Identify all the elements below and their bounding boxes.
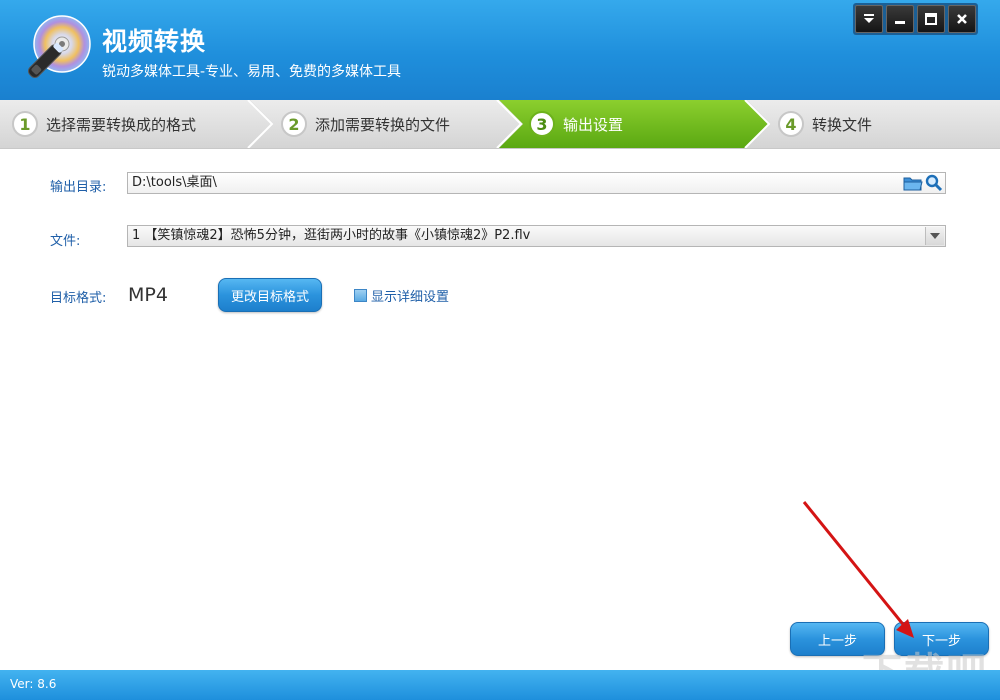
app-header: 视频转换 锐动多媒体工具-专业、易用、免费的多媒体工具	[0, 0, 1000, 100]
folder-open-icon[interactable]	[903, 174, 923, 192]
chevron-down-icon[interactable]	[925, 227, 944, 245]
file-select[interactable]: 1 【笑镇惊魂2】恐怖5分钟，逛街两小时的故事《小镇惊魂2》P2.flv	[127, 225, 946, 247]
step-label: 转换文件	[812, 115, 873, 134]
dropdown-menu-icon[interactable]	[855, 5, 883, 33]
app-subtitle: 锐动多媒体工具-专业、易用、免费的多媒体工具	[102, 64, 402, 80]
maximize-icon[interactable]	[917, 5, 945, 33]
show-details-toggle[interactable]: 显示详细设置	[354, 286, 449, 305]
show-details-label: 显示详细设置	[371, 290, 450, 305]
step-number: 3	[529, 111, 555, 137]
video-converter-window: 视频转换 锐动多媒体工具-专业、易用、免费的多媒体工具 1 选择需要转换成的格式…	[0, 0, 1000, 700]
step-2-add-files[interactable]: 2 添加需要转换的文件	[281, 100, 450, 148]
dvd-magic-wand-icon	[28, 15, 91, 78]
step-number: 4	[778, 111, 804, 137]
step-number: 1	[12, 111, 38, 137]
step-label: 添加需要转换的文件	[315, 115, 451, 134]
step-label: 输出设置	[563, 115, 624, 134]
output-dir-field[interactable]: D:\tools\桌面\	[127, 172, 946, 194]
search-icon[interactable]	[925, 174, 943, 192]
target-format-label: 目标格式:	[50, 291, 107, 306]
wizard-steps: 1 选择需要转换成的格式 2 添加需要转换的文件 3 输出设置 4 转换文件	[0, 100, 1000, 149]
output-dir-actions	[903, 174, 943, 192]
step-1-select-format[interactable]: 1 选择需要转换成的格式	[12, 100, 196, 148]
change-format-button[interactable]: 更改目标格式	[218, 278, 322, 312]
app-title: 视频转换	[102, 27, 207, 56]
output-dir-label: 输出目录:	[50, 180, 107, 195]
file-label: 文件:	[50, 234, 81, 249]
version-label: Ver: 8.6	[10, 677, 57, 691]
step-4-convert[interactable]: 4 转换文件	[778, 100, 872, 148]
output-dir-value: D:\tools\桌面\	[132, 175, 217, 190]
step-number: 2	[281, 111, 307, 137]
file-select-value: 1 【笑镇惊魂2】恐怖5分钟，逛街两小时的故事《小镇惊魂2》P2.flv	[132, 228, 531, 243]
close-icon[interactable]	[948, 5, 976, 33]
target-format-value: MP4	[128, 284, 168, 306]
status-bar: Ver: 8.6	[0, 670, 1000, 700]
window-controls	[853, 3, 978, 35]
step-label: 选择需要转换成的格式	[46, 115, 197, 134]
show-details-checkbox[interactable]	[354, 289, 367, 302]
minimize-icon[interactable]	[886, 5, 914, 33]
step-3-output-settings[interactable]: 3 输出设置	[529, 100, 623, 148]
